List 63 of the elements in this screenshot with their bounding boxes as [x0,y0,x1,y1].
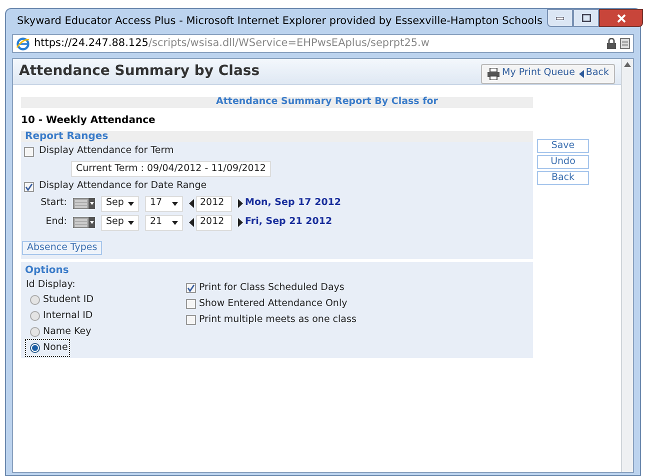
field-label: Start: [40,196,67,210]
back-arrow-icon [578,70,584,78]
year-field[interactable]: 2012 [196,214,232,230]
dropdown-arrow-icon [172,202,178,206]
minimize-button[interactable] [547,9,574,27]
report-title: Attendance Summary Report By Class for [216,95,438,110]
page-title: Attendance Summary by Class [19,62,260,81]
absence-types-button[interactable]: Absence Types [22,240,102,255]
checkbox[interactable] [186,283,196,293]
year-field[interactable]: 2012 [196,196,232,212]
minimize-icon [556,16,564,20]
date-display: Mon, Sep 17 2012 [245,196,342,210]
scroll-up-icon[interactable] [624,62,631,67]
url-text: https://24.247.88.125/scripts/wsisa.dll/WService=EHPwsEAplus/seprpt25.w [34,36,430,51]
checkbox-label: Show Entered Attendance Only [199,296,348,311]
radio-option[interactable]: Name Key [26,324,186,340]
checkbox-label: Display Attendance for Term [39,144,174,158]
checkbox[interactable] [186,299,196,309]
field-label: Id Display: [26,278,76,292]
toolbar-link[interactable]: Back [578,66,609,81]
dropdown[interactable]: Current Term : 09/04/2012 - 11/09/2012 [71,161,271,177]
field-label: End: [44,215,67,230]
dropdown[interactable]: Sep [101,214,139,230]
side-button[interactable]: Back [537,171,589,185]
scrollbar[interactable] [621,59,633,472]
window-title: Skyward Educator Access Plus - Microsoft Internet Explorer provided by Essexville-Hampton Schools [17,14,542,29]
lock-icon [607,38,616,49]
next-year-icon[interactable] [238,218,243,227]
checkbox[interactable] [24,182,34,192]
report-subtitle: 10 - Weekly Attendance [21,114,156,128]
dropdown[interactable]: 21 [145,214,183,230]
radio-option[interactable]: None [26,340,69,356]
checkbox[interactable] [186,315,196,325]
compatibility-icon [620,38,630,49]
radio-option[interactable]: Internal ID [26,308,186,324]
close-button[interactable] [599,9,644,27]
section-heading: Report Ranges [25,130,108,144]
checkbox-label: Display Attendance for Date Range [39,179,207,194]
dropdown-arrow-icon [128,202,134,206]
side-button[interactable]: Save [537,139,589,153]
dropdown[interactable]: 17 [145,196,183,212]
toolbar-link[interactable]: My Print Queue [487,66,575,81]
radio-option[interactable]: Student ID [26,292,186,308]
dropdown-arrow-icon [128,220,134,224]
calendar-picker-icon[interactable] [73,217,95,228]
previous-year-icon[interactable] [189,218,194,227]
checkbox-label: Print for Class Scheduled Days [199,280,344,295]
dropdown[interactable]: Sep [101,196,139,212]
close-icon [616,14,626,22]
maximize-icon [582,14,591,22]
section-heading: Options [24,264,70,278]
page-icon [16,36,30,50]
side-button[interactable]: Undo [537,155,589,169]
calendar-picker-icon[interactable] [73,198,95,209]
next-year-icon[interactable] [238,199,243,208]
checkbox[interactable] [24,146,34,156]
checkbox-label: Print multiple meets as one class [199,312,356,327]
dropdown-arrow-icon [172,220,178,224]
previous-year-icon[interactable] [189,199,194,208]
maximize-button[interactable] [573,9,600,27]
date-display: Fri, Sep 21 2012 [245,215,332,230]
address-bar[interactable]: https://24.247.88.125/scripts/wsisa.dll/WService=EHPwsEAplus/seprpt25.w [12,34,634,53]
printer-icon [487,68,500,80]
